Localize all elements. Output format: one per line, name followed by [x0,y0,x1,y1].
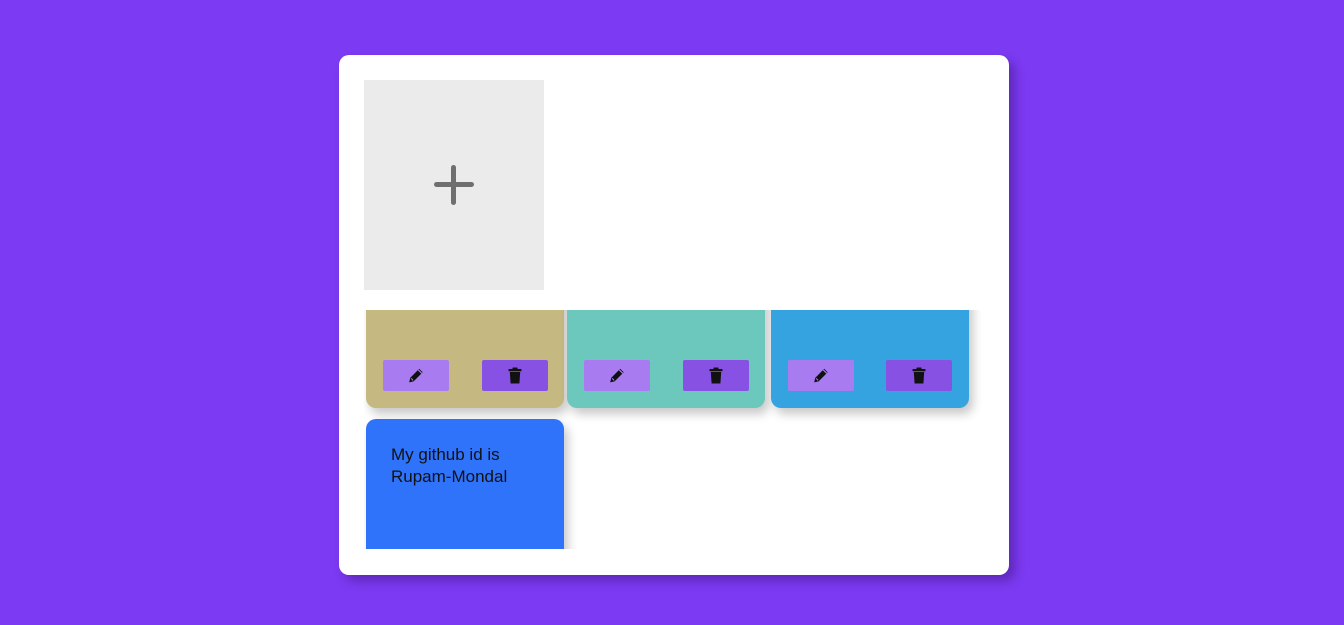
delete-note-button[interactable] [683,360,749,391]
plus-icon [434,165,474,205]
delete-note-button[interactable] [886,360,952,391]
note-card [366,310,564,408]
pencil-icon [409,368,423,383]
notes-panel: My github id is Rupam-Mondal [339,55,1009,575]
note-text: My github id is Rupam-Mondal [391,445,508,486]
pencil-icon [610,368,624,383]
add-note-button[interactable] [364,80,544,290]
trash-icon [508,367,522,384]
note-card [771,310,969,408]
notes-list[interactable]: My github id is Rupam-Mondal [364,310,984,549]
trash-icon [709,367,723,384]
pencil-icon [814,368,828,383]
edit-note-button[interactable] [383,360,449,391]
delete-note-button[interactable] [482,360,548,391]
note-card [567,310,765,408]
edit-note-button[interactable] [584,360,650,391]
note-card: My github id is Rupam-Mondal [366,419,564,549]
edit-note-button[interactable] [788,360,854,391]
trash-icon [912,367,926,384]
